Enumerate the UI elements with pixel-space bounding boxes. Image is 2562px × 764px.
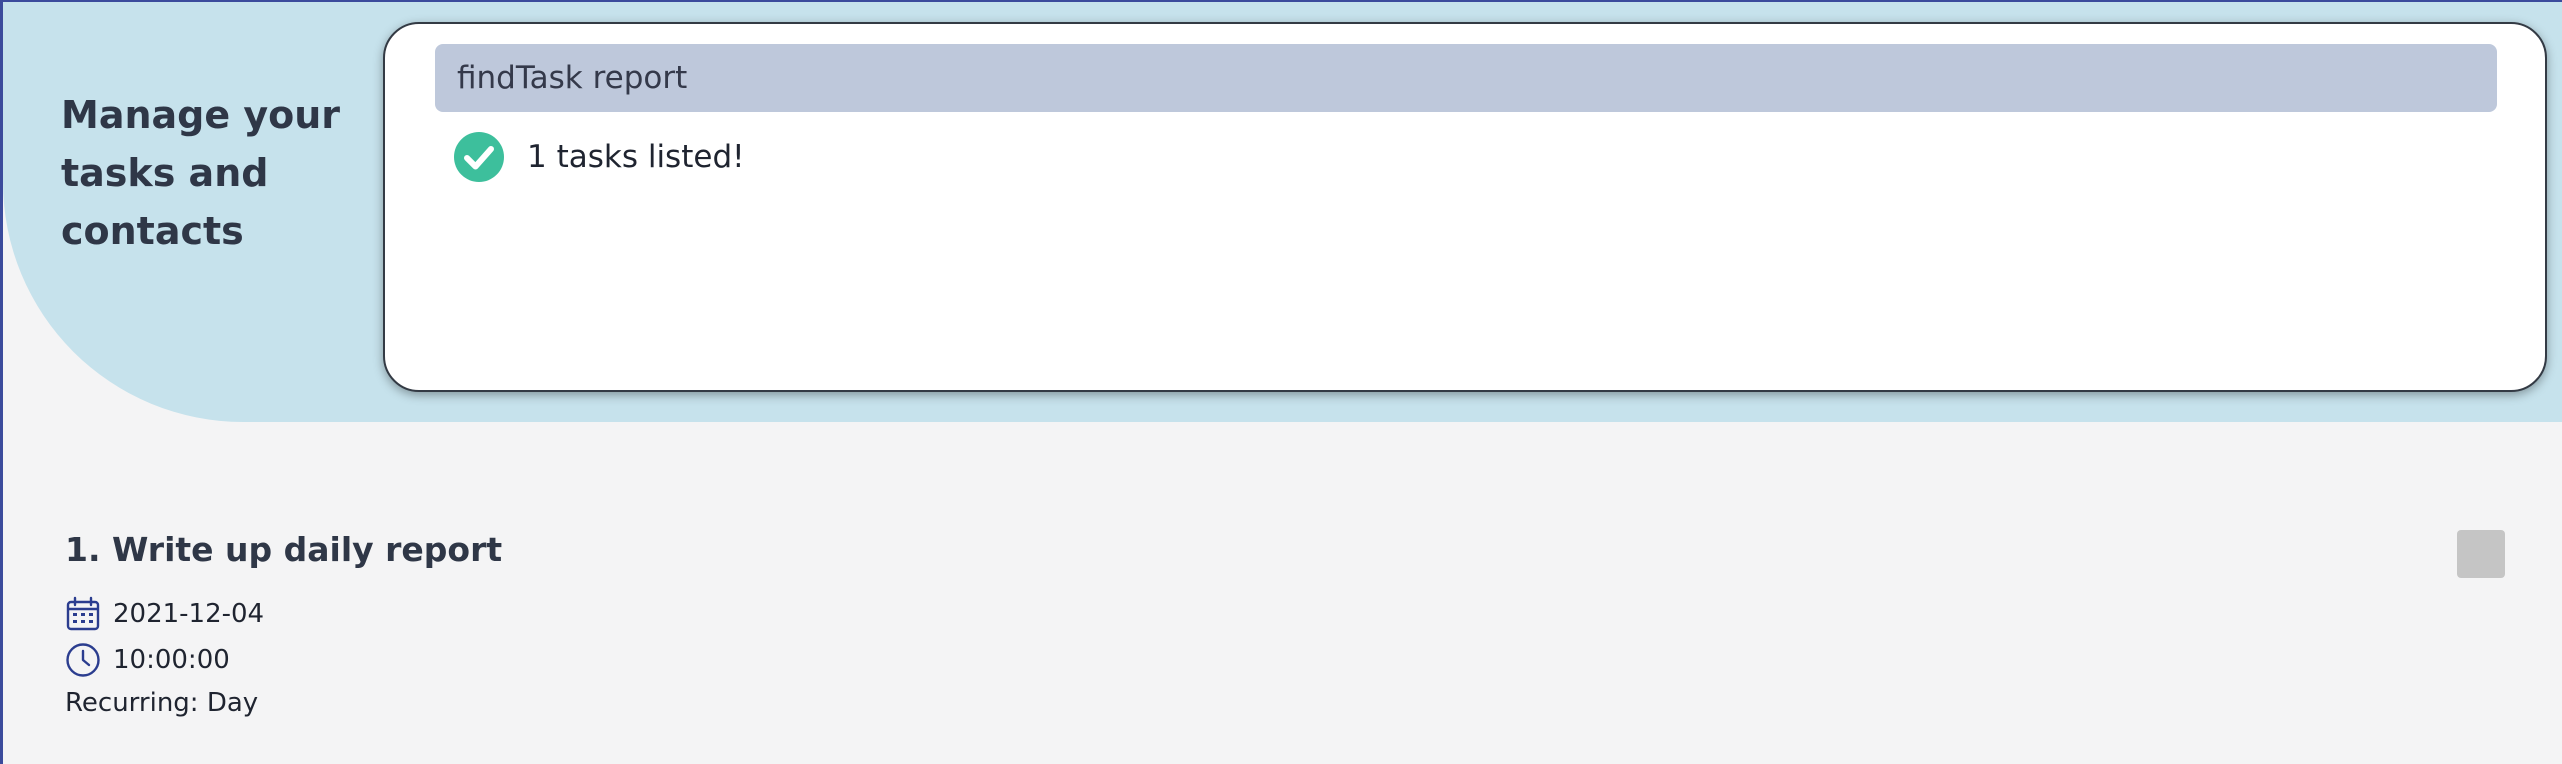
result-display: 1 tasks listed! xyxy=(453,130,745,184)
check-circle-icon xyxy=(454,132,504,182)
task-time: 10:00:00 xyxy=(113,645,230,675)
result-message: 1 tasks listed! xyxy=(527,139,745,175)
task-done-checkbox[interactable] xyxy=(2457,530,2505,578)
task-date: 2021-12-04 xyxy=(113,599,265,629)
task-recurring: Recurring: Day xyxy=(65,688,259,718)
command-panel: 1 tasks listed! xyxy=(383,22,2547,392)
app-tagline: Manage your tasks and contacts xyxy=(61,93,341,253)
task-time-row: 10:00:00 xyxy=(65,642,230,678)
task-date-row: 2021-12-04 xyxy=(65,596,264,632)
clock-icon xyxy=(66,643,100,677)
command-input[interactable] xyxy=(435,44,2497,112)
task-title: 1. Write up daily report xyxy=(65,530,503,569)
calendar-icon xyxy=(66,596,100,631)
app-window: Manage your tasks and contacts 1 tasks l… xyxy=(0,0,2562,764)
task-card[interactable]: 1. Write up daily report 2021-12-04 10:0… xyxy=(65,522,2505,752)
